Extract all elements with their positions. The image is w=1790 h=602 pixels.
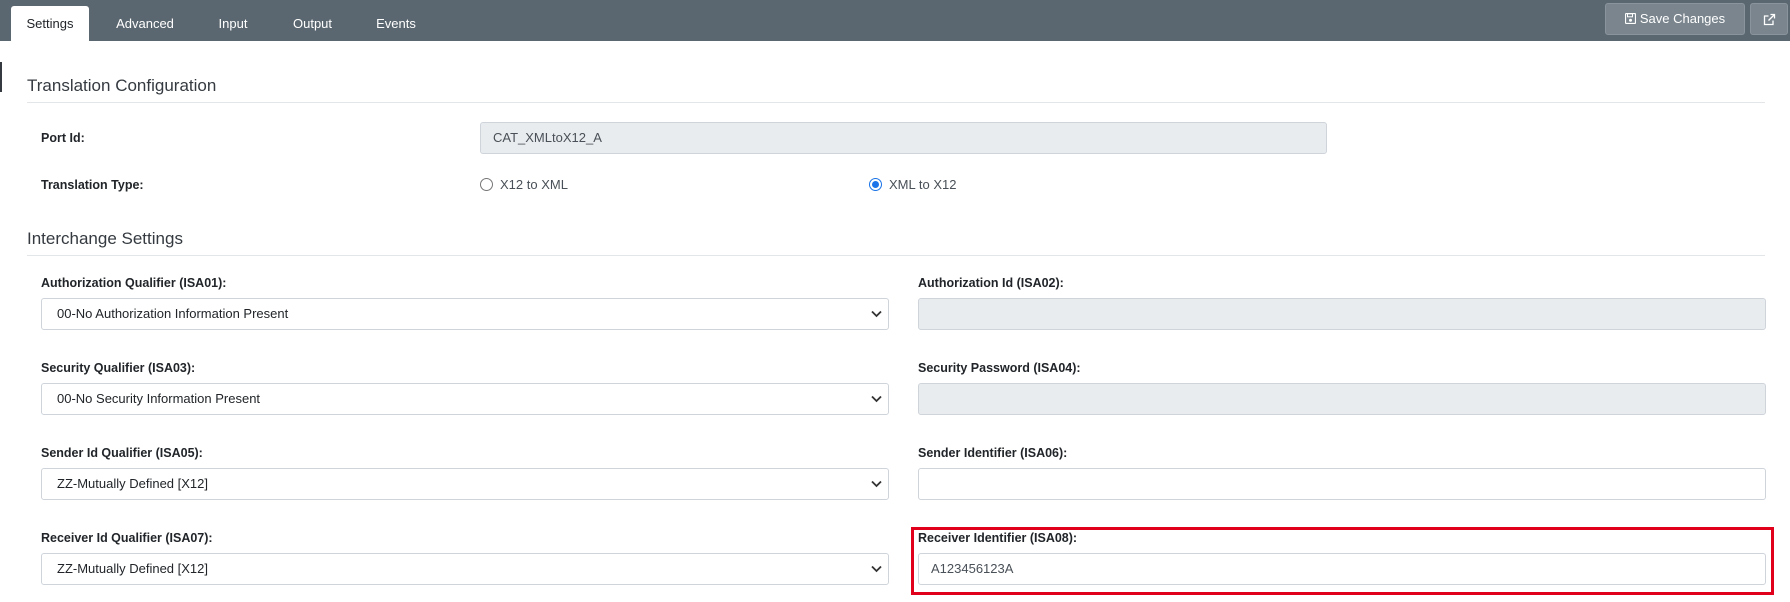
auth-qualifier-value: 00-No Authorization Information Present (57, 306, 289, 321)
radio-label: X12 to XML (500, 177, 568, 192)
auth-qualifier-label: Authorization Qualifier (ISA01): (41, 276, 227, 290)
port-id-field[interactable]: CAT_XMLtoX12_A (480, 122, 1327, 154)
tab-events[interactable]: Events (366, 6, 426, 41)
tab-input[interactable]: Input (203, 6, 263, 41)
security-password-label: Security Password (ISA04): (918, 361, 1081, 375)
receiver-qualifier-label: Receiver Id Qualifier (ISA07): (41, 531, 213, 545)
highlight-box (911, 527, 1774, 595)
floppy-disk-icon (1624, 5, 1636, 35)
tab-advanced[interactable]: Advanced (100, 6, 190, 41)
radio-circle-checked (869, 178, 882, 191)
security-qualifier-select[interactable]: 00-No Security Information Present (41, 383, 889, 415)
section-title-interchange: Interchange Settings (27, 229, 183, 248)
sender-qualifier-select[interactable]: ZZ-Mutually Defined [X12] (41, 468, 889, 500)
save-changes-label: Save Changes (1639, 11, 1726, 26)
chevron-down-icon (871, 310, 882, 318)
tab-settings[interactable]: Settings (11, 6, 89, 41)
external-link-icon (1763, 13, 1776, 26)
radio-label: XML to X12 (889, 177, 957, 192)
security-qualifier-label: Security Qualifier (ISA03): (41, 361, 196, 375)
sender-qualifier-value: ZZ-Mutually Defined [X12] (57, 476, 209, 491)
sender-id-field[interactable] (918, 468, 1766, 500)
section-title-translation: Translation Configuration (27, 76, 217, 95)
radio-xml-to-x12[interactable]: XML to X12 (869, 177, 956, 192)
external-link-button[interactable] (1750, 3, 1788, 35)
security-password-field[interactable] (918, 383, 1766, 415)
sender-id-label: Sender Identifier (ISA06): (918, 446, 1068, 460)
section-divider (27, 102, 1765, 103)
left-edge-marker (0, 62, 2, 92)
radio-circle (480, 178, 493, 191)
auth-id-label: Authorization Id (ISA02): (918, 276, 1064, 290)
port-id-label: Port Id: (41, 131, 85, 145)
tab-output[interactable]: Output (280, 6, 345, 41)
chevron-down-icon (871, 565, 882, 573)
translation-type-label: Translation Type: (41, 178, 144, 192)
section-divider (27, 255, 1765, 256)
chevron-down-icon (871, 480, 882, 488)
chevron-down-icon (871, 395, 882, 403)
radio-x12-to-xml[interactable]: X12 to XML (480, 177, 568, 192)
save-changes-button[interactable]: Save Changes (1605, 3, 1745, 35)
tab-bar: Settings Advanced Input Output Events Sa… (0, 0, 1790, 41)
auth-qualifier-select[interactable]: 00-No Authorization Information Present (41, 298, 889, 330)
auth-id-field[interactable] (918, 298, 1766, 330)
security-qualifier-value: 00-No Security Information Present (57, 391, 261, 406)
sender-qualifier-label: Sender Id Qualifier (ISA05): (41, 446, 203, 460)
receiver-qualifier-select[interactable]: ZZ-Mutually Defined [X12] (41, 553, 889, 585)
receiver-qualifier-value: ZZ-Mutually Defined [X12] (57, 561, 209, 576)
